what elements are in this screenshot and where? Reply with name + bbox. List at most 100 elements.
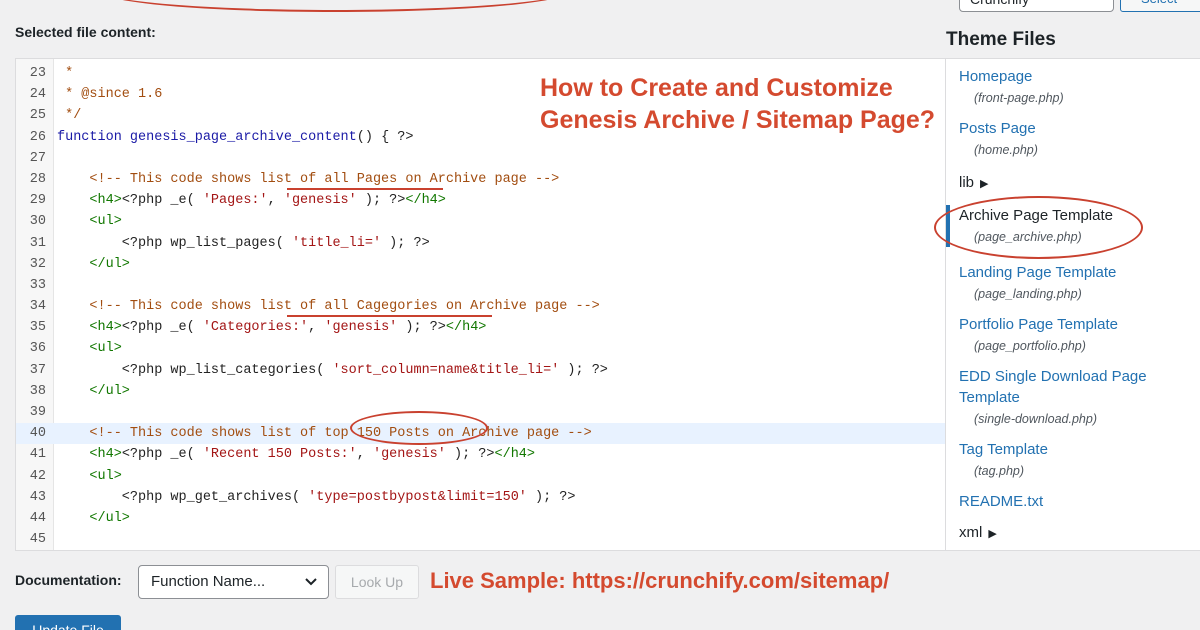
code-text: function genesis_page_archive_content() … bbox=[57, 127, 413, 148]
code-line: 43 <?php wp_get_archives( 'type=postbypo… bbox=[16, 487, 945, 508]
underline-all-pages bbox=[287, 188, 443, 190]
code-token: <?php wp_get_archives( bbox=[57, 489, 309, 505]
highlight-oval-top bbox=[100, 0, 570, 12]
line-number: 31 bbox=[29, 235, 46, 251]
theme-file-readme[interactable]: README.txt bbox=[946, 491, 1200, 512]
file-name-line-1: EDD Single Download Page bbox=[959, 368, 1147, 385]
code-text: <ul> bbox=[57, 466, 122, 487]
theme-file-portfolio-page-template[interactable]: Portfolio Page Template (page_portfolio.… bbox=[946, 314, 1200, 356]
code-line: 27 bbox=[16, 148, 945, 169]
code-lines: 23 * 24 * @since 1.6 25 */ 26 function genes… bbox=[16, 63, 945, 550]
theme-dir-xml[interactable]: xml ▶ bbox=[959, 524, 997, 541]
code-line: 33 bbox=[16, 275, 945, 296]
code-token: <?php wp_list_pages( bbox=[57, 235, 292, 251]
code-text: <h4><?php _e( 'Pages:', 'genesis' ); ?><… bbox=[57, 190, 446, 211]
file-path: (page_portfolio.php) bbox=[974, 339, 1086, 353]
code-text: <h4><?php _e( 'Categories:', 'genesis' )… bbox=[57, 317, 486, 338]
code-token: <?php _e( bbox=[121, 447, 203, 463]
select-button[interactable]: Select bbox=[1120, 0, 1200, 12]
code-text: */ bbox=[57, 105, 81, 126]
file-name: README.txt bbox=[959, 493, 1044, 510]
theme-dir-lib[interactable]: lib ▶ bbox=[959, 174, 988, 191]
code-token: 'Pages:' bbox=[202, 193, 268, 209]
line-number: 34 bbox=[29, 299, 46, 315]
line-number: 39 bbox=[29, 405, 46, 420]
code-token: <h4> bbox=[57, 193, 122, 209]
file-name: Landing Page Template bbox=[959, 264, 1117, 281]
dir-name: xml bbox=[959, 524, 983, 541]
code-token: , bbox=[308, 320, 325, 336]
code-token: () { ?> bbox=[356, 129, 414, 145]
line-number: 43 bbox=[29, 489, 46, 505]
chevron-down-icon bbox=[304, 566, 318, 610]
code-token: </ul> bbox=[57, 256, 130, 272]
code-token: <!-- This code shows list of top 150 Pos… bbox=[57, 426, 592, 442]
code-token: genesis_page_archive_content bbox=[129, 129, 357, 145]
code-line: 38 </ul> bbox=[16, 381, 945, 402]
file-name-line-2: Template bbox=[959, 389, 1020, 406]
code-token: <?php _e( bbox=[121, 193, 203, 209]
code-text: </ul> bbox=[57, 254, 130, 275]
look-up-button[interactable]: Look Up bbox=[335, 565, 419, 599]
code-text: <?php wp_get_archives( 'type=postbypost&… bbox=[57, 487, 576, 508]
code-line: 45 bbox=[16, 529, 945, 550]
line-number: 24 bbox=[29, 87, 46, 103]
code-text: * bbox=[57, 63, 73, 84]
code-text: <ul> bbox=[57, 338, 122, 359]
headline-line-2: Genesis Archive / Sitemap Page? bbox=[540, 106, 936, 134]
editor-label: Selected file content: bbox=[15, 24, 156, 40]
code-line: 28 <!-- This code shows list of all Page… bbox=[16, 169, 945, 190]
code-line: 37 <?php wp_list_categories( 'sort_colum… bbox=[16, 360, 945, 381]
file-name: Tag Template bbox=[959, 441, 1048, 458]
theme-file-homepage[interactable]: Homepage (front-page.php) bbox=[946, 66, 1200, 108]
line-number: 32 bbox=[29, 256, 46, 272]
code-token: <ul> bbox=[57, 468, 122, 484]
line-number: 30 bbox=[29, 214, 46, 230]
code-line: 35 <h4><?php _e( 'Categories:', 'genesis… bbox=[16, 317, 945, 338]
doc-select-value: Function Name... bbox=[151, 573, 266, 590]
code-token: * @since 1.6 bbox=[57, 87, 163, 103]
documentation-select[interactable]: Function Name... bbox=[138, 565, 329, 599]
code-token: </h4> bbox=[494, 447, 536, 463]
code-token: , bbox=[267, 193, 284, 209]
code-line: 30 <ul> bbox=[16, 211, 945, 232]
code-token: </h4> bbox=[405, 193, 446, 209]
code-token: <ul> bbox=[57, 341, 122, 357]
code-token: 'genesis' bbox=[283, 193, 357, 209]
code-token: </ul> bbox=[57, 510, 130, 526]
line-number: 33 bbox=[29, 277, 46, 293]
code-token: <ul> bbox=[57, 214, 122, 230]
documentation-label: Documentation: bbox=[15, 572, 122, 588]
theme-select[interactable]: Crunchify bbox=[959, 0, 1114, 12]
code-token: * bbox=[57, 66, 74, 81]
code-line: 36 <ul> bbox=[16, 338, 945, 359]
theme-file-edd-single-download[interactable]: EDD Single Download Page Template (singl… bbox=[946, 366, 1200, 429]
update-file-button[interactable]: Update File bbox=[15, 615, 121, 630]
code-token: <h4> bbox=[57, 320, 122, 336]
code-token: ); ?> bbox=[356, 193, 406, 209]
line-number: 37 bbox=[29, 362, 46, 378]
file-path: (tag.php) bbox=[974, 464, 1025, 478]
code-token: 'Categories:' bbox=[202, 320, 309, 336]
code-token: 'genesis' bbox=[324, 320, 398, 336]
theme-file-landing-page-template[interactable]: Landing Page Template (page_landing.php) bbox=[946, 262, 1200, 304]
line-number: 38 bbox=[29, 383, 46, 399]
file-name: Portfolio Page Template bbox=[959, 316, 1118, 333]
code-token: 'sort_column=name&title_li=' bbox=[332, 362, 560, 378]
theme-file-posts-page[interactable]: Posts Page (home.php) bbox=[946, 118, 1200, 160]
code-text: <!-- This code shows list of top 150 Pos… bbox=[57, 423, 592, 444]
line-number: 28 bbox=[29, 171, 46, 187]
code-token: */ bbox=[57, 108, 82, 124]
code-token: 'genesis' bbox=[372, 447, 446, 463]
code-text: <ul> bbox=[57, 211, 122, 232]
code-token: <?php _e( bbox=[121, 320, 203, 336]
code-text: </ul> bbox=[57, 381, 130, 402]
code-token: </h4> bbox=[445, 320, 487, 336]
highlight-oval-archive bbox=[934, 196, 1143, 259]
theme-file-tag-template[interactable]: Tag Template (tag.php) bbox=[946, 439, 1200, 481]
code-token: ); ?> bbox=[526, 489, 576, 505]
code-text: <!-- This code shows list of all Pages o… bbox=[57, 169, 559, 190]
code-token: <h4> bbox=[57, 447, 122, 463]
headline-line-1: How to Create and Customize bbox=[540, 74, 893, 102]
code-token: </ul> bbox=[57, 383, 130, 399]
